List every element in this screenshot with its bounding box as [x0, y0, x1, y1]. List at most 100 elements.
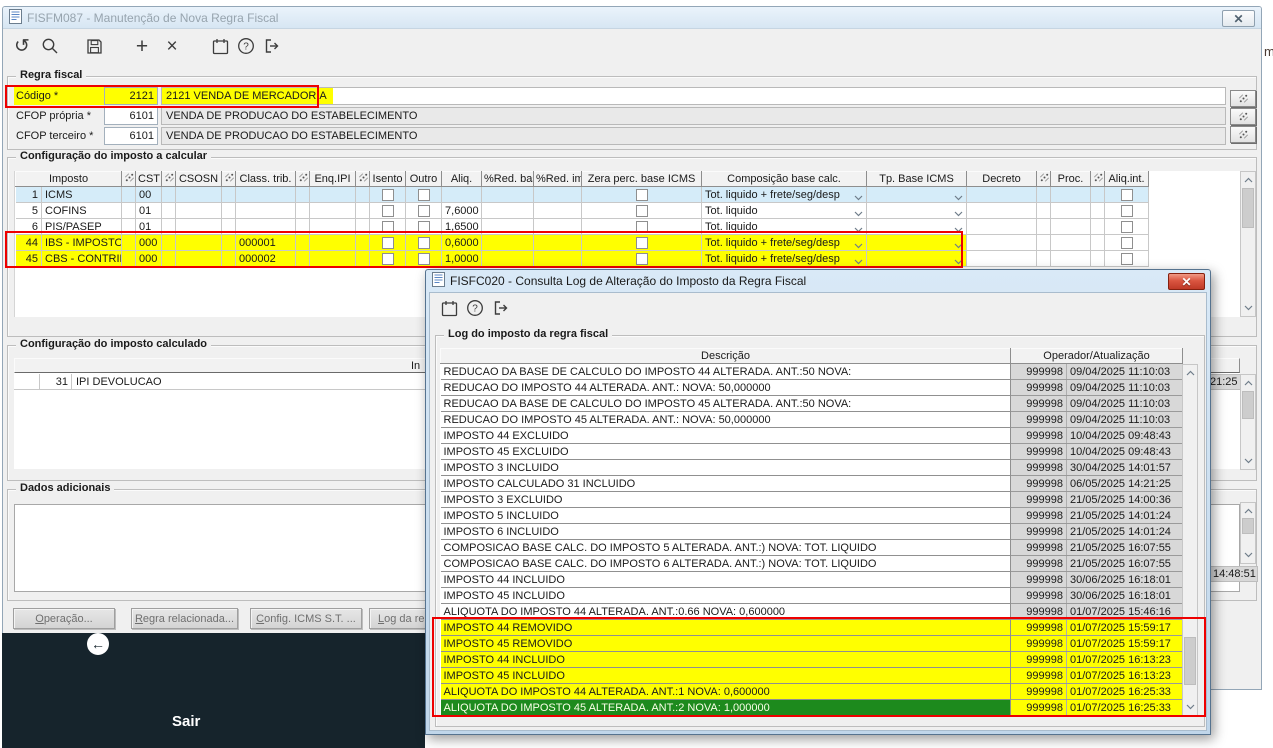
- tp-base-select[interactable]: [866, 250, 968, 267]
- sair-button[interactable]: Sair: [172, 713, 200, 730]
- operador-column-header[interactable]: Operador/Atualização: [1010, 348, 1183, 364]
- isento-checkbox[interactable]: [381, 252, 394, 265]
- lookup-column-header[interactable]: [295, 171, 311, 187]
- scroll-up-icon[interactable]: [1183, 366, 1197, 380]
- isento-checkbox[interactable]: [381, 188, 394, 201]
- composicao-select[interactable]: Tot. liquido + frete/seg/desp: [701, 250, 868, 267]
- isento-checkbox[interactable]: [381, 220, 394, 233]
- description-field[interactable]: VENDA DE PRODUCAO DO ESTABELECIMENTO: [161, 107, 1226, 125]
- main-titlebar[interactable]: FISFM087 - Manutenção de Nova Regra Fisc…: [3, 7, 1261, 29]
- toolbar-help-icon[interactable]: ?: [235, 35, 257, 57]
- log-row[interactable]: IMPOSTO 45 INCLUIDO 999998 01/07/2025 16:1…: [440, 667, 1183, 684]
- zera-checkbox[interactable]: [635, 188, 648, 201]
- log-row[interactable]: REDUCAO DO IMPOSTO 45 ALTERADA. ANT.: NO…: [440, 411, 1183, 428]
- column-header[interactable]: Tp. Base ICMS: [866, 171, 968, 187]
- tp-base-select[interactable]: [866, 218, 968, 235]
- tp-base-select[interactable]: [866, 186, 968, 203]
- column-header[interactable]: Enq.IPI: [309, 171, 357, 187]
- toolbar-delete-x-icon[interactable]: ×: [161, 35, 183, 57]
- composicao-select[interactable]: Tot. liquido: [701, 202, 868, 219]
- log-row[interactable]: IMPOSTO 5 INCLUIDO 999998 21/05/2025 14:01…: [440, 507, 1183, 524]
- log-row[interactable]: ALIQUOTA DO IMPOSTO 44 ALTERADA. ANT.:0.…: [440, 603, 1183, 620]
- column-header[interactable]: Class. trib.: [235, 171, 297, 187]
- log-row[interactable]: REDUCAO DA BASE DE CALCULO DO IMPOSTO 45…: [440, 395, 1183, 412]
- aliq-int-checkbox[interactable]: [1120, 252, 1133, 265]
- table-row[interactable]: 45CBS - CONTRIBUI(000 000002 1,0000 Tot. li…: [15, 250, 1150, 267]
- log-row[interactable]: ALIQUOTA DO IMPOSTO 44 ALTERADA. ANT.:1 …: [440, 683, 1183, 700]
- column-header[interactable]: %Red. imp: [533, 171, 583, 187]
- outro-checkbox[interactable]: [417, 236, 430, 249]
- back-arrow-icon[interactable]: ←: [87, 633, 109, 655]
- dialog-close-button[interactable]: ✕: [1168, 273, 1205, 290]
- imposto-calculado-scrollbar[interactable]: [1240, 374, 1256, 470]
- log-row[interactable]: REDUCAO DA BASE DE CALCULO DO IMPOSTO 44…: [440, 363, 1183, 380]
- lookup-column-header[interactable]: [161, 171, 177, 187]
- composicao-select[interactable]: Tot. liquido + frete/seg/desp: [701, 186, 868, 203]
- log-row[interactable]: COMPOSICAO BASE CALC. DO IMPOSTO 5 ALTER…: [440, 539, 1183, 556]
- lookup-button[interactable]: [1230, 90, 1256, 107]
- toolbar-save-icon[interactable]: [83, 35, 105, 57]
- toolbar-add-icon[interactable]: +: [131, 35, 153, 57]
- toolbar-exit-icon[interactable]: [261, 35, 283, 57]
- lookup-column-header[interactable]: [1036, 171, 1052, 187]
- main-close-button[interactable]: ✕: [1222, 10, 1255, 27]
- aliq-int-checkbox[interactable]: [1120, 188, 1133, 201]
- column-header[interactable]: Imposto: [15, 171, 123, 187]
- action-button-config-icms-s-t[interactable]: Config. ICMS S.T. ...: [250, 608, 362, 629]
- outro-checkbox[interactable]: [417, 220, 430, 233]
- scroll-up-icon[interactable]: [1241, 173, 1255, 187]
- aliq-int-checkbox[interactable]: [1120, 236, 1133, 249]
- log-row[interactable]: IMPOSTO 6 INCLUIDO 999998 21/05/2025 14:01…: [440, 523, 1183, 540]
- log-row[interactable]: IMPOSTO 3 INCLUIDO 999998 30/04/2025 14:01…: [440, 459, 1183, 476]
- column-header[interactable]: Decreto: [966, 171, 1038, 187]
- code-input[interactable]: 6101: [104, 127, 158, 145]
- scroll-down-icon[interactable]: [1241, 454, 1255, 468]
- column-header[interactable]: Proc.: [1050, 171, 1092, 187]
- zera-checkbox[interactable]: [635, 220, 648, 233]
- isento-checkbox[interactable]: [381, 236, 394, 249]
- action-button-regra-relacionada[interactable]: Regra relacionada...: [131, 608, 238, 629]
- lookup-column-header[interactable]: [355, 171, 371, 187]
- imposto-calcular-scrollbar[interactable]: [1240, 171, 1256, 317]
- lookup-button[interactable]: [1230, 108, 1256, 125]
- description-field[interactable]: VENDA DE PRODUCAO DO ESTABELECIMENTO: [161, 127, 1226, 145]
- log-row[interactable]: IMPOSTO 44 INCLUIDO 999998 30/06/2025 16:1…: [440, 571, 1183, 588]
- scroll-up-icon[interactable]: [1241, 504, 1255, 518]
- scroll-thumb[interactable]: [1184, 637, 1196, 685]
- descricao-column-header[interactable]: Descrição: [440, 348, 1011, 364]
- column-header[interactable]: Aliq.: [441, 171, 483, 187]
- column-header[interactable]: Composição base calc.: [701, 171, 868, 187]
- column-header[interactable]: CSOSN: [175, 171, 223, 187]
- log-row[interactable]: REDUCAO DO IMPOSTO 44 ALTERADA. ANT.: NO…: [440, 379, 1183, 396]
- column-header[interactable]: Zera perc. base ICMS: [581, 171, 703, 187]
- scroll-down-icon[interactable]: [1183, 700, 1197, 714]
- toolbar-calendar-icon[interactable]: [209, 35, 231, 57]
- zera-checkbox[interactable]: [635, 236, 648, 249]
- column-header[interactable]: Isento: [369, 171, 407, 187]
- column-header[interactable]: Aliq.int.: [1104, 171, 1150, 187]
- scroll-down-icon[interactable]: [1241, 548, 1255, 562]
- log-row[interactable]: IMPOSTO 45 REMOVIDO 999998 01/07/2025 15:5…: [440, 635, 1183, 652]
- log-row[interactable]: ALIQUOTA DO IMPOSTO 45 ALTERADA. ANT.:2 …: [440, 699, 1183, 716]
- log-row[interactable]: IMPOSTO 44 REMOVIDO 999998 01/07/2025 15:5…: [440, 619, 1183, 636]
- scroll-down-icon[interactable]: [1241, 301, 1255, 315]
- tp-base-select[interactable]: [866, 202, 968, 219]
- column-header[interactable]: %Red. base: [481, 171, 535, 187]
- log-scrollbar[interactable]: [1182, 364, 1198, 716]
- column-header[interactable]: Outro: [405, 171, 443, 187]
- aliq-int-checkbox[interactable]: [1120, 220, 1133, 233]
- table-row[interactable]: 44IBS - IMPOSTO SC 000 000001 0,6000 Tot. li…: [15, 234, 1150, 251]
- composicao-select[interactable]: Tot. liquido + frete/seg/desp: [701, 234, 868, 251]
- scroll-thumb[interactable]: [1242, 518, 1254, 534]
- lookup-button[interactable]: [1230, 126, 1256, 143]
- composicao-select[interactable]: Tot. liquido: [701, 218, 868, 235]
- log-row[interactable]: IMPOSTO 3 EXCLUIDO 999998 21/05/2025 14:00…: [440, 491, 1183, 508]
- code-input[interactable]: 6101: [104, 107, 158, 125]
- aliq-int-checkbox[interactable]: [1120, 204, 1133, 217]
- isento-checkbox[interactable]: [381, 204, 394, 217]
- lookup-column-header[interactable]: [221, 171, 237, 187]
- dialog-titlebar[interactable]: FISFC020 - Consulta Log de Alteração do …: [426, 270, 1210, 292]
- action-button-opera-o[interactable]: Operação...: [13, 608, 115, 629]
- tp-base-select[interactable]: [866, 234, 968, 251]
- scroll-up-icon[interactable]: [1241, 376, 1255, 390]
